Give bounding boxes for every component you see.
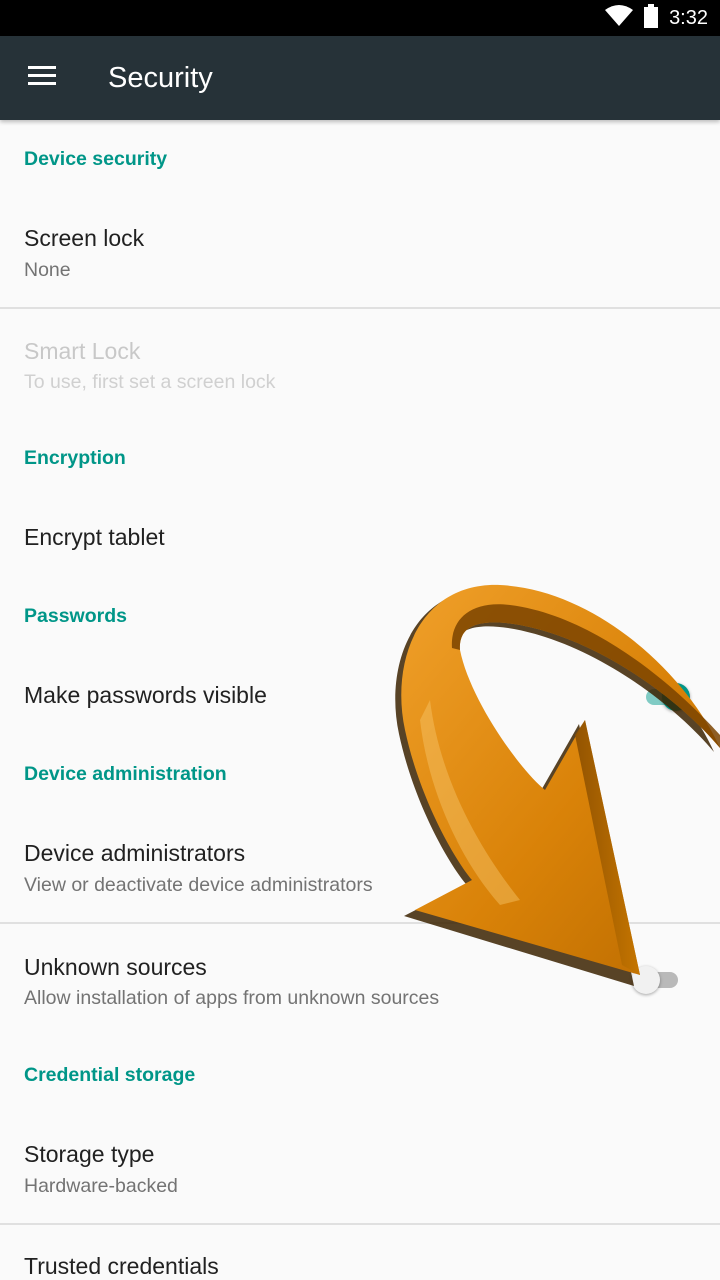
section-header-credential-storage: Credential storage <box>24 1064 196 1086</box>
screen-lock-summary: None <box>24 259 71 281</box>
divider <box>0 307 720 309</box>
page-title: Security <box>108 62 213 94</box>
unknown-sources-item[interactable]: Unknown sources Allow installation of ap… <box>0 925 720 1035</box>
divider <box>0 922 720 924</box>
storage-type-title: Storage type <box>24 1141 155 1167</box>
app-bar: Security <box>0 36 720 120</box>
wifi-icon <box>605 4 634 32</box>
smart-lock-title: Smart Lock <box>24 338 141 364</box>
smart-lock-summary: To use, first set a screen lock <box>24 371 276 393</box>
switch-thumb <box>632 966 660 994</box>
trusted-credentials-item[interactable]: Trusted credentials <box>0 1226 720 1280</box>
section-header-encryption: Encryption <box>24 447 126 469</box>
unknown-sources-title: Unknown sources <box>24 954 207 980</box>
status-icons: 3:32 <box>605 0 708 36</box>
menu-icon <box>28 65 56 91</box>
make-passwords-visible-title: Make passwords visible <box>24 682 267 708</box>
storage-type-summary: Hardware-backed <box>24 1175 178 1197</box>
status-time: 3:32 <box>669 6 708 29</box>
unknown-sources-switch[interactable] <box>632 962 682 996</box>
encrypt-tablet-title: Encrypt tablet <box>24 524 165 550</box>
unknown-sources-summary: Allow installation of apps from unknown … <box>24 987 440 1009</box>
section-header-device-administration: Device administration <box>24 763 227 785</box>
menu-button[interactable] <box>16 54 68 102</box>
screen-lock-item[interactable]: Screen lock None <box>0 190 720 306</box>
status-bar: 3:32 <box>0 0 720 36</box>
device-administrators-summary: View or deactivate device administrators <box>24 874 373 896</box>
battery-icon <box>643 3 659 33</box>
smart-lock-item: Smart Lock To use, first set a screen lo… <box>0 310 720 420</box>
storage-type-item[interactable]: Storage type Hardware-backed <box>0 1106 720 1222</box>
settings-list: Device security Screen lock None Smart L… <box>0 120 720 1280</box>
make-passwords-visible-item[interactable]: Make passwords visible <box>0 648 720 744</box>
make-passwords-visible-switch[interactable] <box>640 679 690 713</box>
trusted-credentials-title: Trusted credentials <box>24 1253 219 1279</box>
switch-thumb <box>662 683 690 711</box>
divider <box>0 1223 720 1225</box>
device-administrators-title: Device administrators <box>24 840 246 866</box>
device-administrators-item[interactable]: Device administrators View or deactivate… <box>0 806 720 922</box>
section-header-passwords: Passwords <box>24 605 127 627</box>
section-header-device-security: Device security <box>24 148 168 170</box>
screen-lock-title: Screen lock <box>24 225 145 251</box>
encrypt-tablet-item[interactable]: Encrypt tablet <box>0 490 720 586</box>
